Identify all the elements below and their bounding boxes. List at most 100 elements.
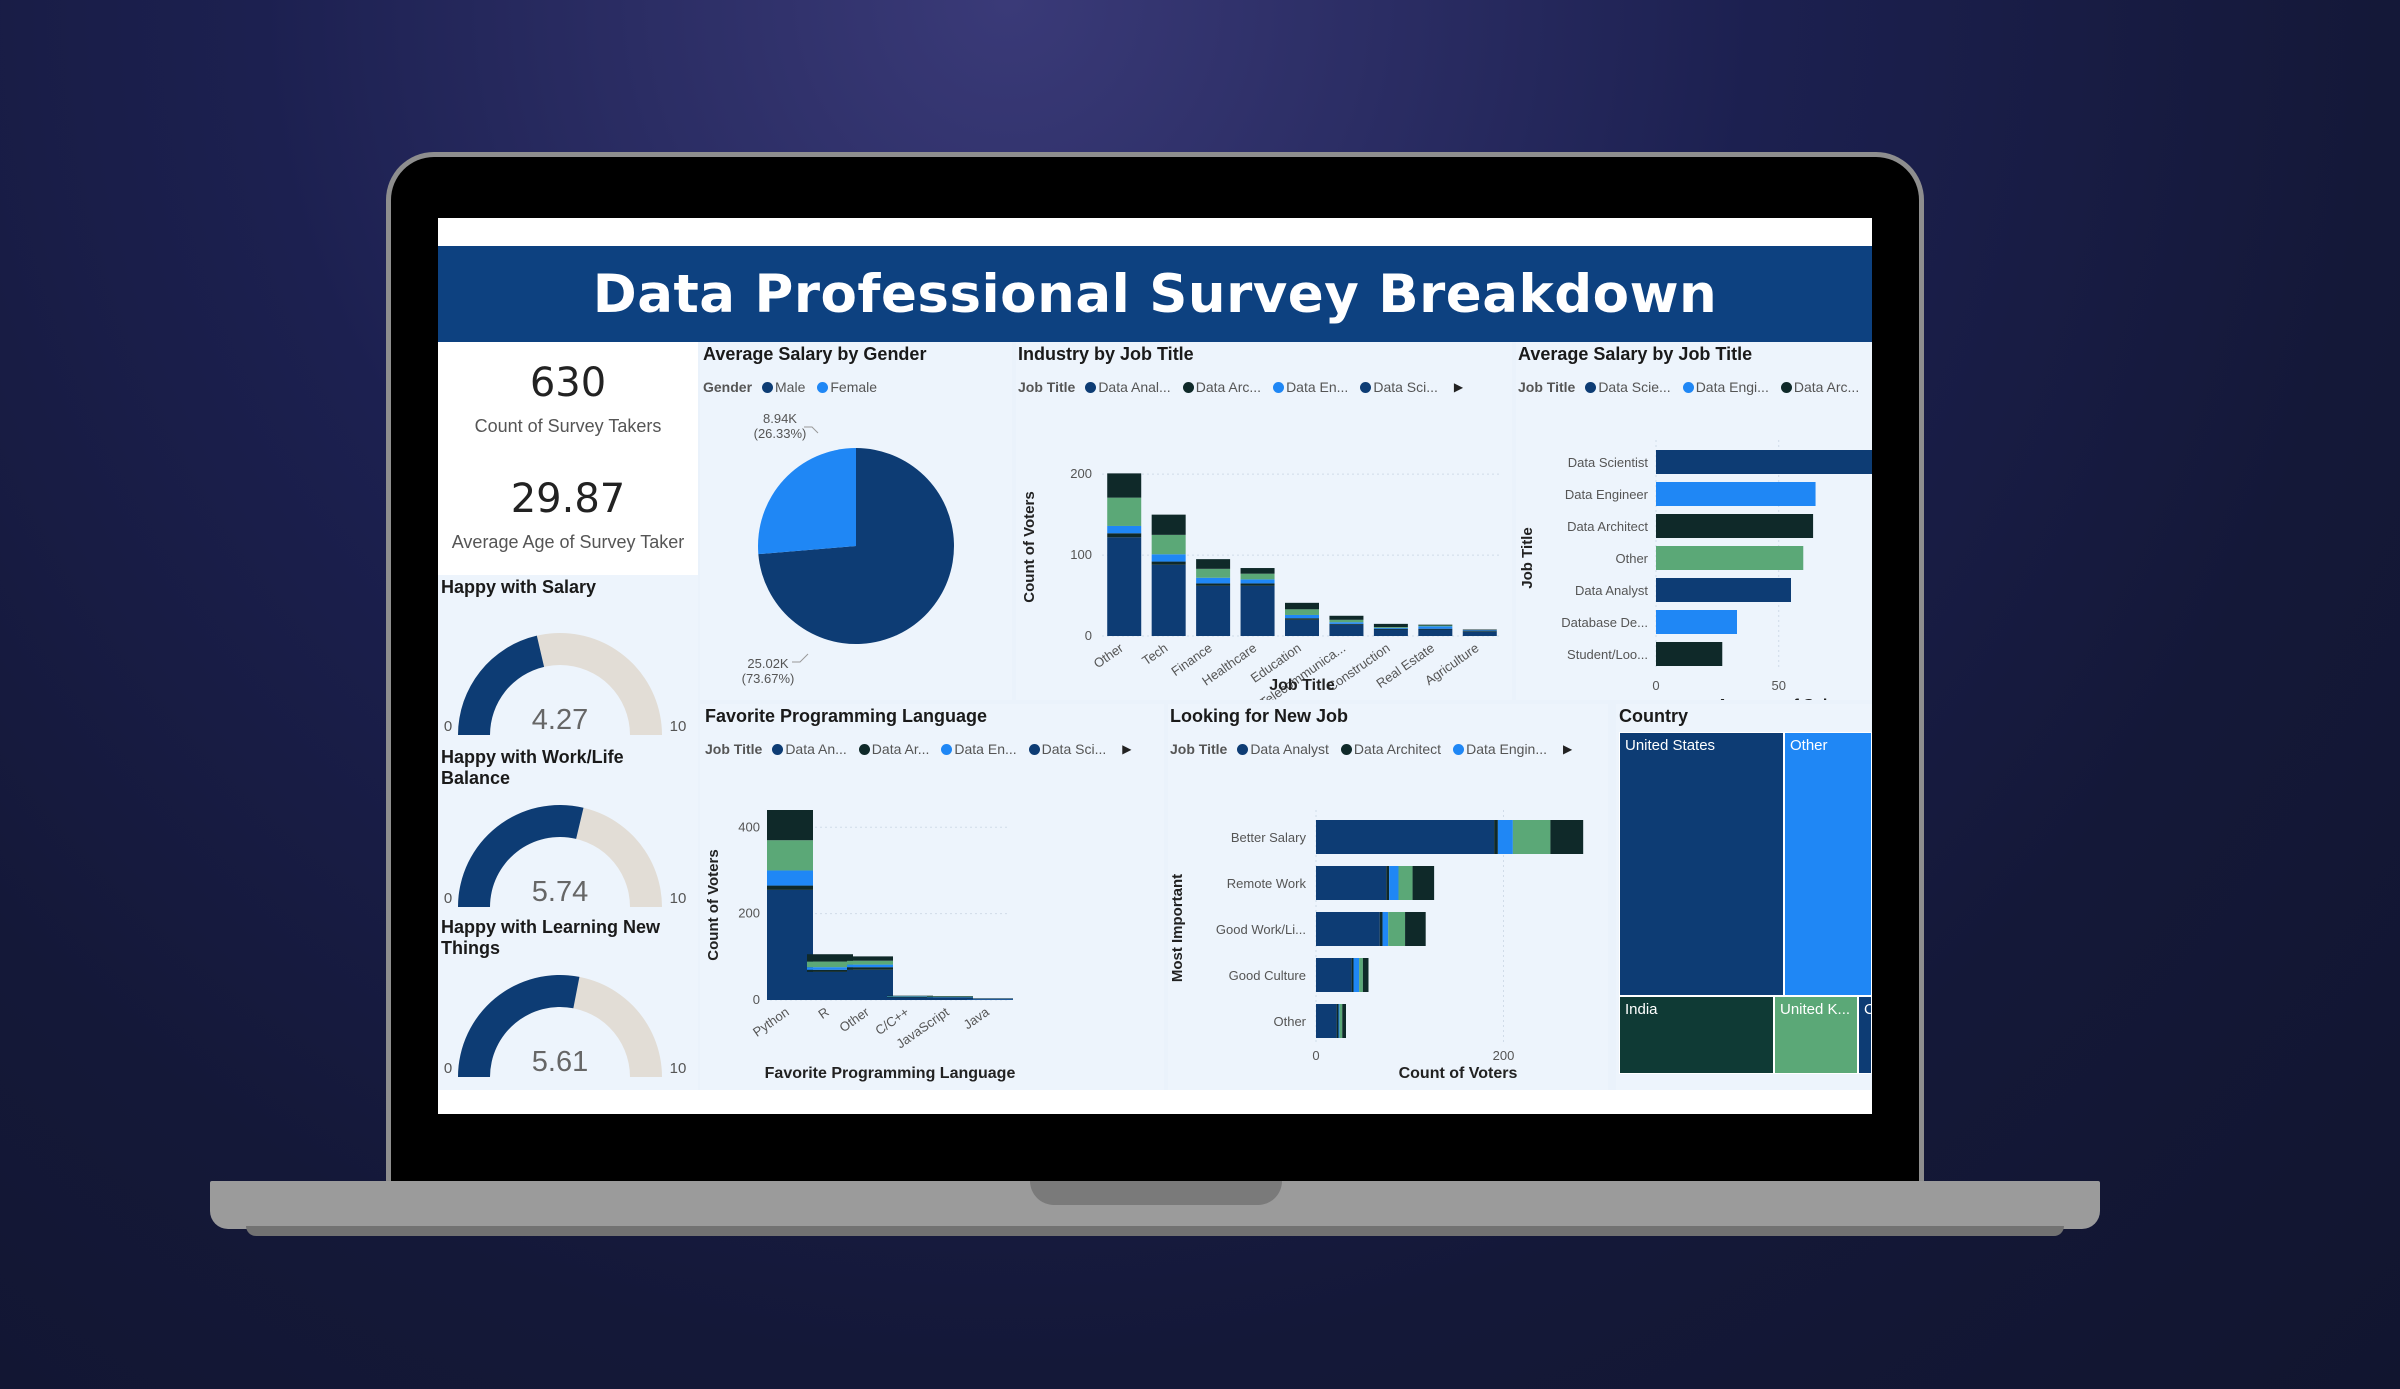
gauge-max: 10 — [670, 1060, 687, 1077]
bar-segment — [1285, 619, 1319, 636]
bar-segment — [927, 997, 973, 998]
x-axis-title: Count of Voters — [1399, 1065, 1518, 1082]
bar-segment — [767, 810, 813, 841]
bar-segment — [1398, 866, 1413, 900]
y-tick-label: 200 — [1070, 466, 1092, 481]
bar — [1656, 514, 1814, 538]
x-axis-title: Job Title — [1269, 677, 1335, 694]
bar-segment — [1405, 912, 1426, 946]
x-tick-label: 0 — [1312, 1048, 1319, 1063]
legend-dot — [1237, 743, 1249, 755]
y-tick-label: Good Work/Li... — [1216, 922, 1306, 937]
bar — [1656, 610, 1737, 634]
legend-item[interactable]: Data Architect — [1340, 741, 1441, 757]
bar-segment — [1338, 1004, 1340, 1038]
bar-segment — [807, 971, 853, 1000]
bar-segment — [1151, 554, 1186, 562]
bar — [1656, 546, 1804, 570]
bar-segment — [927, 997, 973, 1000]
x-tick-label: Other — [836, 1004, 872, 1035]
panel-title: Industry by Job Title — [1018, 344, 1194, 364]
industry-chart: 0100200Other TechFinanceHealthcareEducati… — [1021, 466, 1502, 700]
bar — [1656, 450, 1872, 474]
bar-segment — [887, 996, 933, 998]
bar-segment — [1329, 619, 1364, 623]
treemap-cell-us[interactable]: United States — [1619, 732, 1784, 996]
bar-segment — [1285, 609, 1319, 615]
bar-segment — [1418, 628, 1453, 630]
legend-item-male[interactable]: Male — [762, 379, 805, 395]
legend-next-icon[interactable]: ▶ — [1563, 742, 1572, 756]
newjob-panel[interactable]: Looking for New Job Job Title Data Analy… — [1168, 704, 1608, 1090]
treemap-cell-india[interactable]: India — [1619, 996, 1774, 1074]
treemap-cell-uk[interactable]: United K... — [1774, 996, 1858, 1074]
bar-segment — [1462, 631, 1497, 636]
bar-segment — [967, 999, 1013, 1000]
bar-segment — [1389, 866, 1399, 900]
bar-segment — [1240, 573, 1275, 580]
avg-salary-panel[interactable]: Average Salary by Job Title Job Title Da… — [1516, 342, 1872, 700]
y-tick-label: Remote Work — [1227, 876, 1307, 891]
bar-segment — [1329, 623, 1364, 625]
legend-item[interactable]: Data Analyst — [1237, 741, 1329, 757]
bar-segment — [807, 954, 853, 962]
x-tick-label: 0 — [1652, 678, 1659, 693]
bar-segment — [1418, 624, 1453, 626]
gauge-panel-learning[interactable]: Happy with Learning New Things 5.61 0 10 — [438, 915, 698, 1090]
legend-item[interactable]: Data Engin... — [1453, 741, 1547, 757]
legend-label: Data Sci... — [1041, 741, 1107, 757]
bar-segment — [1512, 820, 1551, 854]
bar-segment — [1316, 912, 1380, 946]
industry-panel[interactable]: Industry by Job Title Job Title Data Ana… — [1016, 342, 1512, 700]
gender-panel[interactable]: Average Salary by Gender Gender Male Fem… — [700, 342, 1012, 700]
bar-segment — [927, 996, 973, 998]
y-tick-label: Other — [1273, 1014, 1306, 1029]
bar-segment — [1151, 534, 1186, 555]
bar-segment — [1107, 533, 1142, 538]
treemap-cell-canada[interactable]: C — [1858, 996, 1872, 1074]
bar-segment — [1382, 912, 1389, 946]
bar-segment — [1285, 618, 1319, 620]
bar-segment — [807, 961, 853, 968]
language-panel[interactable]: Favorite Programming Language Job Title … — [700, 704, 1164, 1090]
treemap-cell-other[interactable]: Other — [1784, 732, 1872, 996]
legend-item[interactable]: Data En... — [941, 741, 1017, 757]
panel-title: Favorite Programming Language — [705, 706, 988, 726]
legend-label: Female — [830, 379, 878, 395]
gauge-panel-worklife[interactable]: Happy with Work/Life Balance 5.74 0 10 — [438, 745, 698, 915]
bar-segment — [1285, 602, 1319, 610]
legend-dot — [858, 743, 870, 755]
gauge-learning: 5.61 0 10 — [444, 975, 687, 1078]
bar-segment — [1386, 866, 1390, 900]
gauge-min: 0 — [444, 890, 452, 907]
bar-segment — [1196, 568, 1231, 578]
pie-label-female-percent: (26.33%) — [754, 426, 807, 441]
country-panel[interactable]: Country United States Other India United… — [1616, 704, 1872, 1090]
y-axis-title: Job Title — [1519, 527, 1536, 588]
age-kpi-label: Average Age of Survey Taker — [451, 532, 685, 552]
x-tick-label: Tech — [1139, 640, 1170, 668]
y-axis-title: Most Important — [1169, 874, 1186, 982]
bar-segment — [807, 967, 853, 970]
bar-segment — [847, 969, 893, 1000]
bar-segment — [1339, 1004, 1343, 1038]
bar-segment — [767, 840, 813, 871]
bar-segment — [1151, 561, 1186, 565]
legend-next-icon[interactable]: ▶ — [1122, 742, 1131, 756]
gauge-min: 0 — [444, 718, 452, 735]
gauge-panel-salary[interactable]: Happy with Salary 4.27 0 10 — [438, 575, 698, 745]
legend-item[interactable]: Data An... — [772, 741, 847, 757]
bar-segment — [1196, 583, 1231, 586]
legend-item[interactable]: Data Sci... — [1028, 741, 1107, 757]
legend: Job Title Data Analyst Data Architect Da… — [1170, 741, 1572, 757]
legend-item-female[interactable]: Female — [817, 379, 877, 395]
dashboard-screen: Data Professional Survey Breakdown 630 C… — [438, 218, 1872, 1114]
legend-dot — [1028, 743, 1040, 755]
y-tick-label: Student/Loo... — [1567, 647, 1648, 662]
gauge-min: 0 — [444, 1060, 452, 1077]
bar-segment — [887, 996, 933, 997]
bar-segment — [1373, 629, 1408, 636]
bar-segment — [967, 998, 1013, 999]
legend-item[interactable]: Data Ar... — [858, 741, 929, 757]
bar-segment — [1379, 912, 1383, 946]
